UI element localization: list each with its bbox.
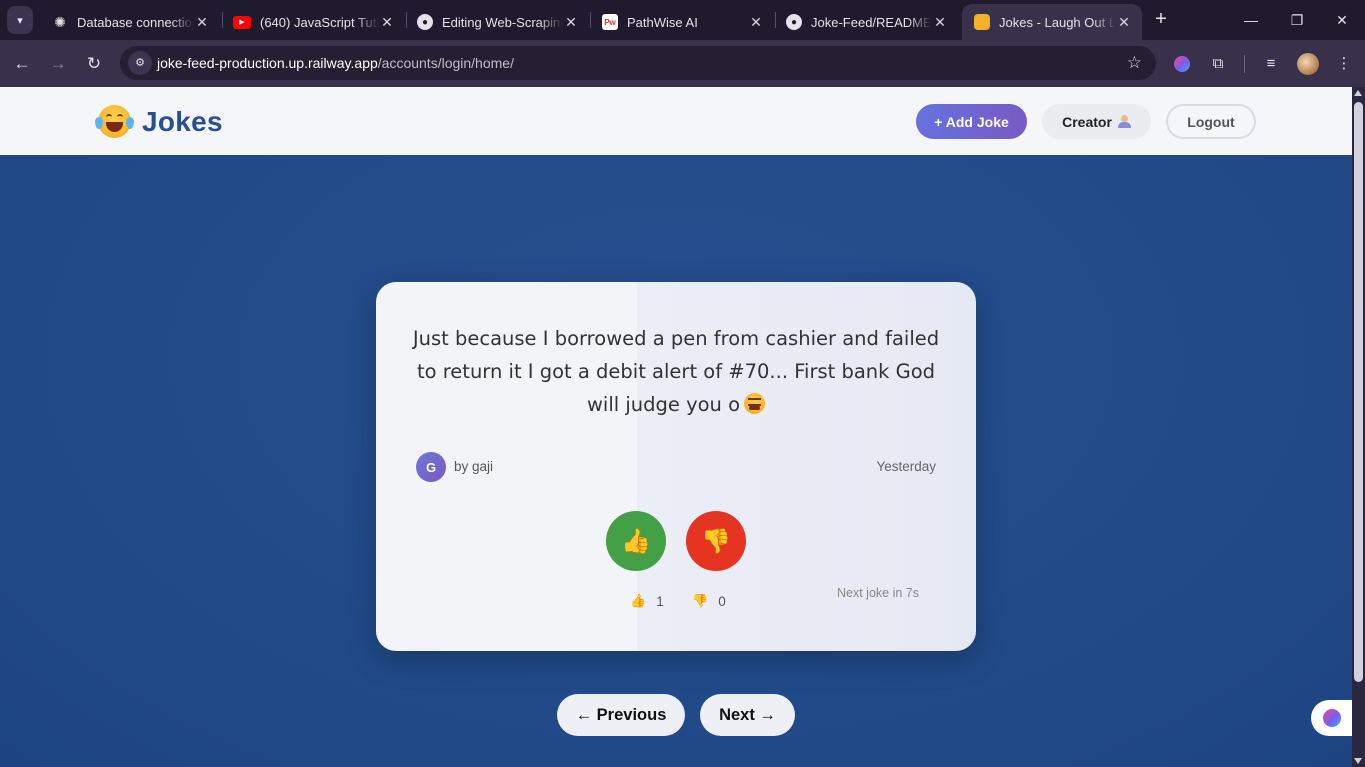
openai-icon: ✺	[54, 13, 66, 30]
next-button[interactable]: Next →	[700, 694, 795, 736]
github-icon: ●	[786, 14, 802, 30]
scroll-down-icon[interactable]	[1354, 758, 1362, 764]
creator-label: Creator	[1062, 113, 1112, 130]
browser-tab[interactable]: ▶ (640) JavaScript Tutor ✕	[221, 4, 405, 40]
browser-tab[interactable]: Pw PathWise AI ✕	[590, 4, 774, 40]
tab-title: PathWise AI	[627, 14, 698, 30]
tab-title: Database connection	[77, 14, 194, 30]
close-tab-icon[interactable]: ✕	[1116, 14, 1132, 31]
thumbs-up-icon: 👍	[621, 527, 651, 555]
address-bar[interactable]: ⚙ joke-feed-production.up.railway.app/ac…	[120, 46, 1156, 80]
extensions-puzzle-icon[interactable]: ⧉	[1207, 53, 1229, 75]
bookmark-star-icon[interactable]: ☆	[1127, 53, 1142, 73]
tab-title: (640) JavaScript Tutor	[260, 14, 379, 30]
joke-text-block: Just because I borrowed a pen from cashi…	[406, 322, 946, 421]
browser-tab-active[interactable]: Jokes - Laugh Out Lo ✕	[962, 4, 1142, 40]
joke-author: by gaji	[454, 459, 494, 474]
restore-icon[interactable]: ❐	[1274, 8, 1320, 32]
media-control-icon[interactable]: ≡	[1260, 53, 1282, 75]
downvote-count: 👎 0	[692, 593, 726, 609]
add-joke-button[interactable]: + Add Joke	[916, 104, 1027, 139]
joke-text: Just because I borrowed a pen from cashi…	[412, 327, 940, 416]
brain-extension-icon[interactable]	[1171, 53, 1193, 75]
profile-avatar-icon[interactable]	[1297, 53, 1319, 75]
back-icon[interactable]: ←	[8, 50, 36, 78]
minimize-icon[interactable]: —	[1228, 8, 1274, 32]
site-header: Jokes + Add Joke Creator Logout	[0, 87, 1352, 155]
thumbs-up-icon: 👍	[630, 593, 647, 608]
tired-face-emoji-icon	[744, 393, 766, 414]
next-joke-countdown: Next joke in 7s	[837, 586, 919, 600]
youtube-icon: ▶	[233, 15, 251, 29]
brain-icon	[1322, 709, 1341, 727]
joke-date: Yesterday	[876, 459, 936, 474]
joke-card: Just because I borrowed a pen from cashi…	[376, 282, 976, 651]
close-tab-icon[interactable]: ✕	[748, 14, 764, 31]
upvote-count-value: 1	[656, 593, 664, 609]
tab-title: Jokes - Laugh Out Lo	[999, 14, 1116, 30]
browser-tab-bar: ▾ ✺ Database connection ✕ ▶ (640) JavaSc…	[0, 0, 1365, 40]
url-path: /accounts/login/home/	[377, 55, 514, 71]
reload-icon[interactable]: ↻	[80, 50, 108, 78]
page-viewport: Jokes + Add Joke Creator Logout Just bec…	[0, 87, 1352, 767]
person-icon	[1117, 115, 1131, 128]
pathwise-icon: Pw	[602, 14, 618, 30]
laughing-emoji-icon	[95, 105, 134, 138]
browser-tab[interactable]: ● Editing Web-Scraping ✕	[405, 4, 589, 40]
downvote-button[interactable]: 👎	[686, 511, 746, 571]
close-tab-icon[interactable]: ✕	[379, 14, 395, 31]
tab-title: Editing Web-Scraping	[442, 14, 563, 30]
upvote-button[interactable]: 👍	[606, 511, 666, 571]
url-text[interactable]: joke-feed-production.up.railway.app/acco…	[157, 55, 514, 71]
logo-text: Jokes	[142, 105, 223, 137]
close-tab-icon[interactable]: ✕	[932, 14, 948, 31]
creator-button[interactable]: Creator	[1042, 104, 1151, 139]
browser-tab[interactable]: ✺ Database connection ✕	[40, 4, 220, 40]
tab-search-menu-icon[interactable]: ▾	[7, 6, 33, 34]
browser-tab[interactable]: ● Joke-Feed/README.m ✕	[774, 4, 958, 40]
logout-button[interactable]: Logout	[1166, 104, 1256, 139]
toolbar-separator	[1244, 55, 1245, 73]
scrollbar-thumb[interactable]	[1354, 102, 1363, 682]
tab-title: Joke-Feed/README.m	[811, 14, 932, 30]
close-window-icon[interactable]: ✕	[1319, 8, 1365, 32]
browser-toolbar: ← → ↻ ⚙ joke-feed-production.up.railway.…	[0, 40, 1365, 87]
scroll-up-icon[interactable]	[1354, 90, 1362, 96]
github-icon: ●	[417, 14, 433, 30]
close-tab-icon[interactable]: ✕	[194, 14, 210, 31]
thumbs-down-icon: 👎	[692, 593, 709, 608]
upvote-count: 👍 1	[630, 593, 664, 609]
previous-button[interactable]: ← Previous	[557, 694, 685, 736]
close-tab-icon[interactable]: ✕	[563, 14, 579, 31]
new-tab-icon[interactable]: +	[1150, 8, 1172, 32]
page-scrollbar[interactable]	[1352, 87, 1365, 767]
thumbs-down-icon: 👎	[701, 527, 731, 555]
url-host: joke-feed-production.up.railway.app	[157, 55, 378, 71]
forward-icon[interactable]: →	[44, 50, 72, 78]
site-logo[interactable]: Jokes	[95, 105, 223, 138]
jokes-icon	[974, 14, 990, 30]
floating-brain-extension-button[interactable]	[1311, 700, 1352, 736]
downvote-count-value: 0	[718, 593, 726, 609]
more-menu-icon[interactable]: ⋮	[1333, 53, 1355, 75]
author-avatar: G	[416, 452, 446, 482]
site-info-icon[interactable]: ⚙	[128, 51, 152, 75]
